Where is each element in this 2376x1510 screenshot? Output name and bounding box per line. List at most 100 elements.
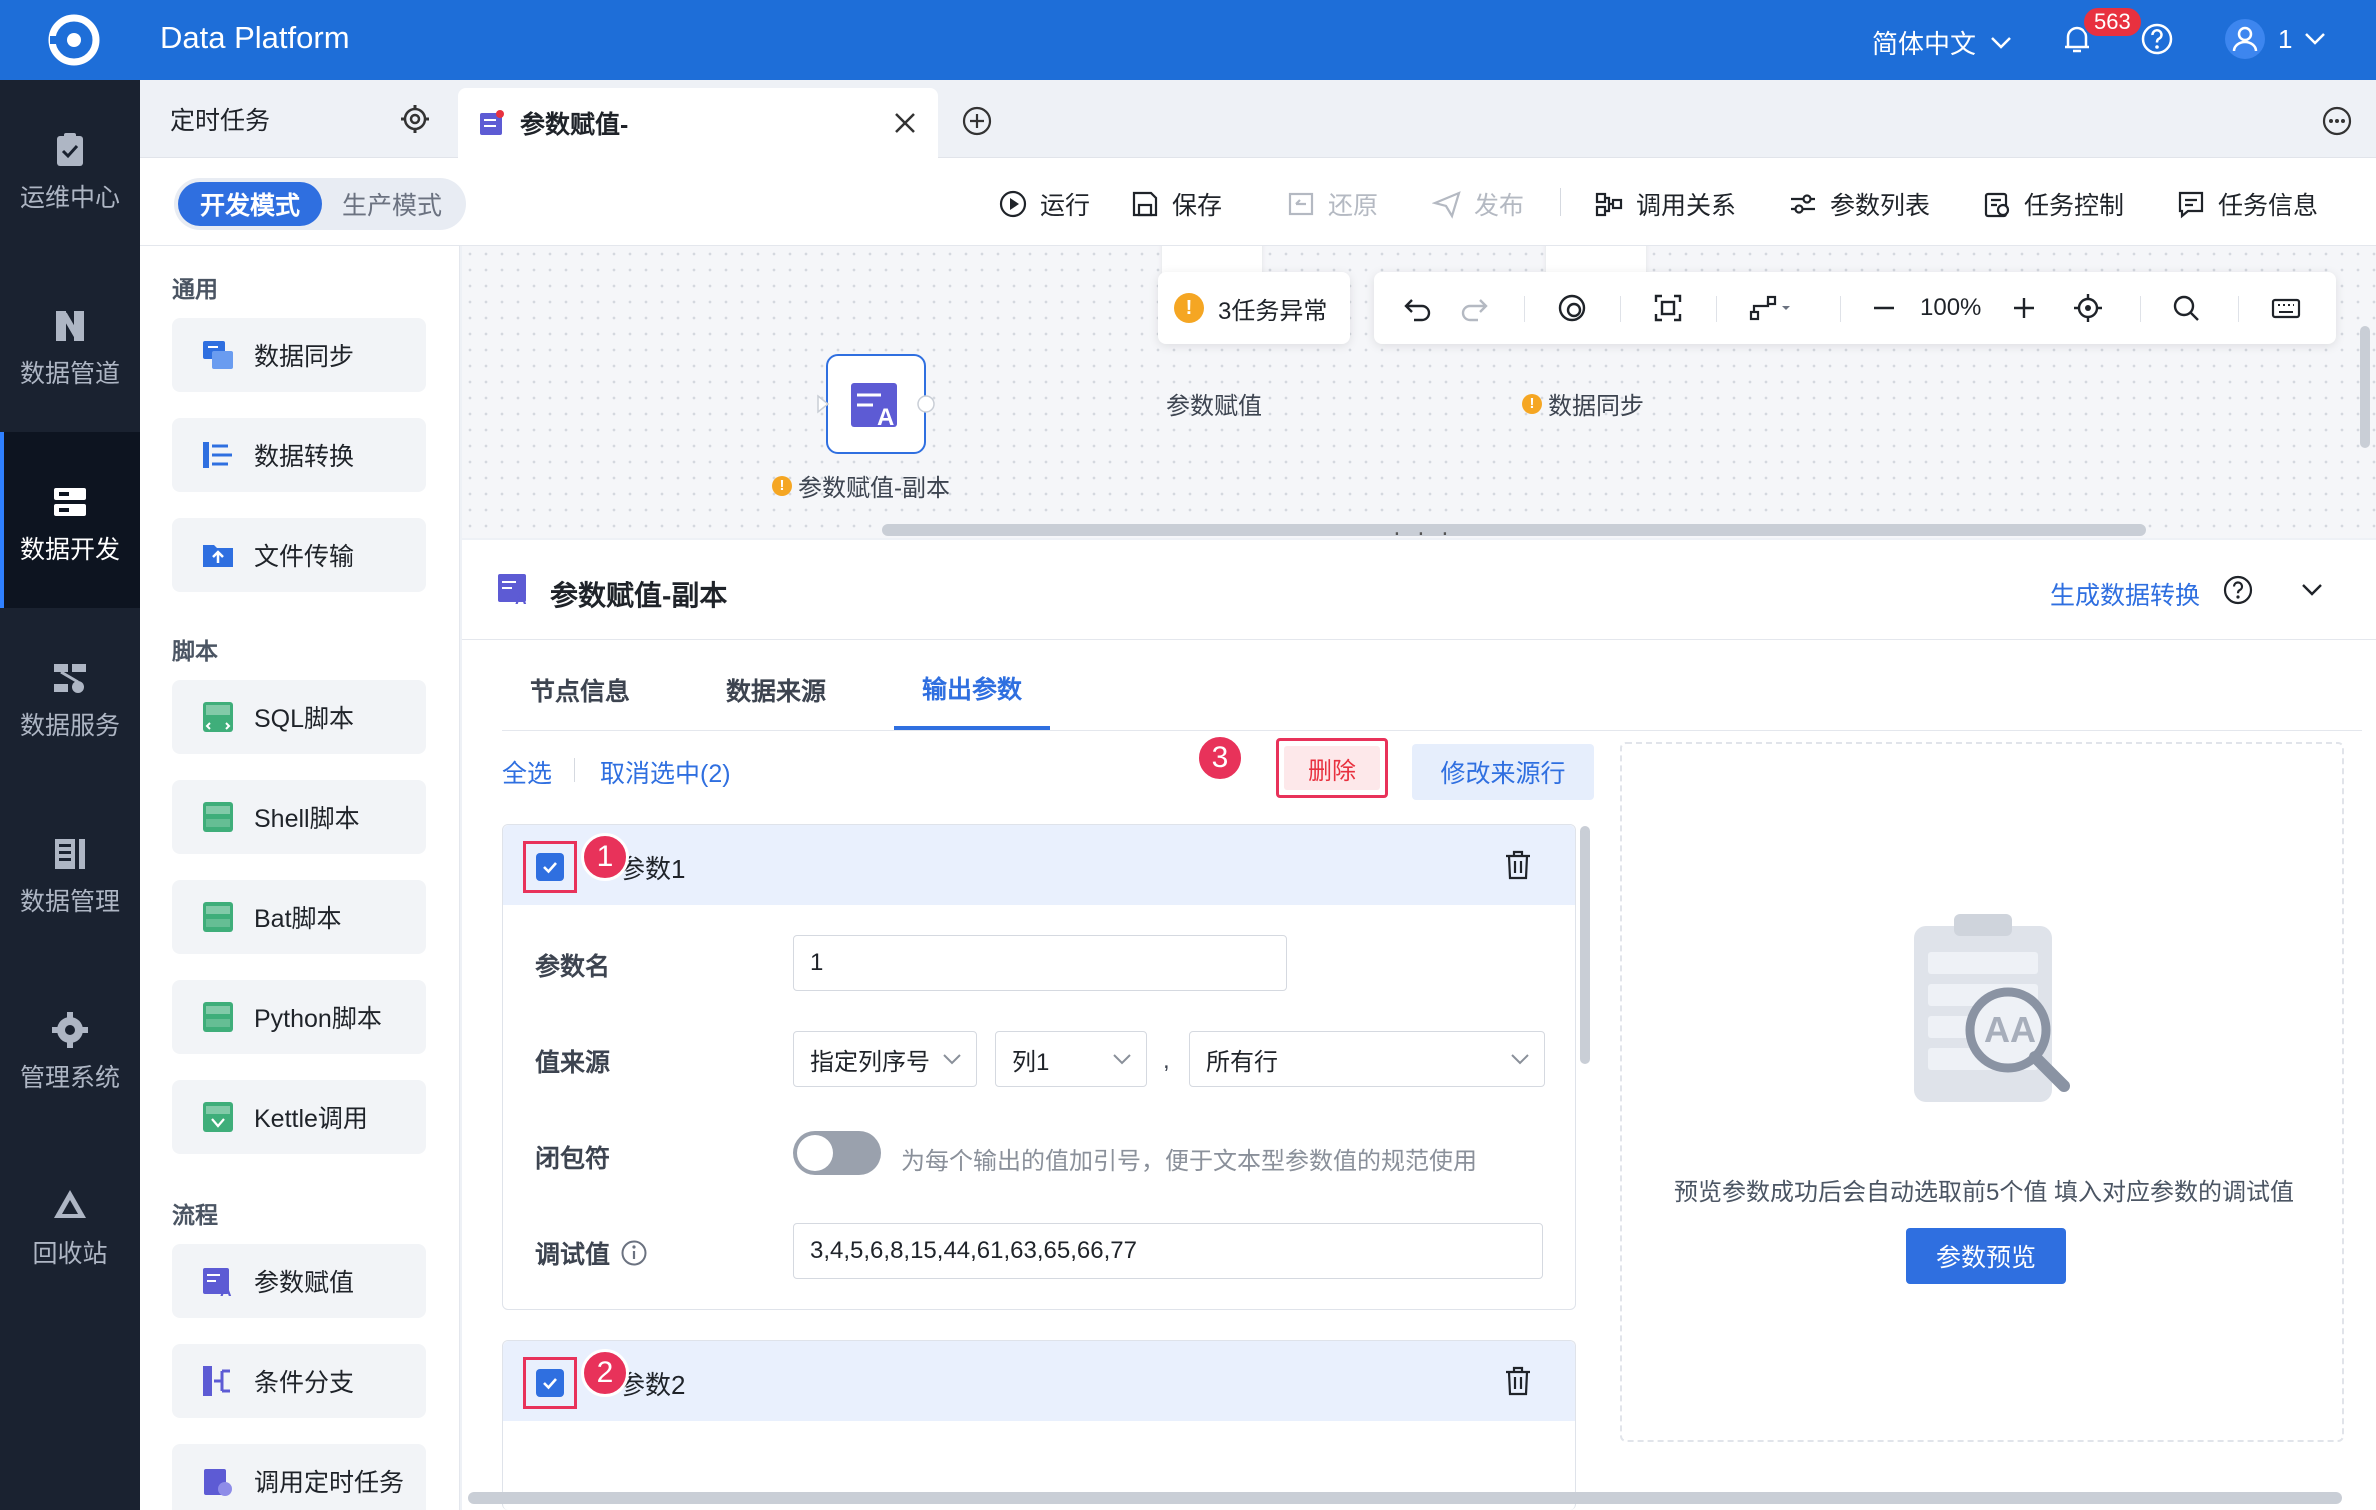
tab-data-source[interactable]: 数据来源 <box>698 650 854 730</box>
undo-icon[interactable] <box>1402 292 1434 324</box>
param-name-input[interactable]: 1 <box>793 935 1287 991</box>
nav-item-recycle[interactable]: 回收站 <box>0 1136 140 1312</box>
save-icon <box>1132 191 1158 217</box>
language-select[interactable]: 简体中文 <box>1872 24 2012 61</box>
locate-icon[interactable] <box>2072 292 2104 324</box>
run-button[interactable]: 运行 <box>998 186 1090 222</box>
redo-icon[interactable] <box>1458 292 1490 324</box>
logo-icon[interactable] <box>44 10 104 70</box>
param-list-button[interactable]: 参数列表 <box>1788 186 1930 222</box>
nav-item-ops-center[interactable]: 运维中心 <box>0 80 140 256</box>
collapse-icon[interactable] <box>2298 576 2326 604</box>
restore-icon <box>1288 192 1314 216</box>
nav-item-pipeline[interactable]: 数据管道 <box>0 256 140 432</box>
search-icon[interactable] <box>2170 292 2202 324</box>
wrap-char-hint: 为每个输出的值加引号，便于文本型参数值的规范使用 <box>901 1148 1477 1175</box>
save-button[interactable]: 保存 <box>1130 186 1222 222</box>
resize-handle[interactable]: ⋮⋮⋮ <box>1386 528 1458 538</box>
bottom-horizontal-scrollbar[interactable] <box>468 1492 2342 1504</box>
select-all-link[interactable]: 全选 <box>502 754 552 790</box>
modify-source-button[interactable]: 修改来源行 <box>1412 744 1594 800</box>
unselect-link[interactable]: 取消选中(2) <box>600 754 731 790</box>
palette-item-condition[interactable]: 条件分支 <box>172 1344 426 1418</box>
param-checkbox[interactable] <box>536 1369 564 1397</box>
nav-item-admin[interactable]: 管理系统 <box>0 960 140 1136</box>
output-port-icon[interactable] <box>916 394 936 414</box>
mode-switch[interactable]: 开发模式 生产模式 <box>174 178 466 230</box>
trash-icon[interactable] <box>1503 849 1533 881</box>
warning-icon: ! <box>772 475 792 496</box>
publish-button[interactable]: 发布 <box>1432 186 1524 222</box>
task-alert-chip[interactable]: ! 3任务异常 <box>1158 272 1350 344</box>
preview-hint: 预览参数成功后会自动选取前5个值 填入对应参数的调试值 <box>1673 1179 2294 1206</box>
prod-mode-button[interactable]: 生产模式 <box>322 182 462 226</box>
source-rows-select[interactable]: 所有行 <box>1189 1031 1545 1087</box>
delete-button[interactable]: 删除 <box>1284 746 1380 790</box>
tab-scheduled-task[interactable]: 定时任务 <box>140 80 456 158</box>
zoom-in-icon[interactable] <box>2008 292 2040 324</box>
sliders-icon <box>1791 194 1815 214</box>
palette-item-data-sync[interactable]: 数据同步 <box>172 318 426 392</box>
notification-badge: 563 <box>2082 6 2143 38</box>
nav-item-data-dev[interactable]: 数据开发 <box>0 432 140 608</box>
gear-icon[interactable] <box>400 104 430 134</box>
add-tab-icon[interactable] <box>962 106 992 136</box>
tab-label: 参数赋值- <box>520 111 629 139</box>
dev-mode-button[interactable]: 开发模式 <box>178 182 322 226</box>
fit-view-icon[interactable] <box>1652 292 1684 324</box>
palette-item-file-transfer[interactable]: 文件传输 <box>172 518 426 592</box>
connector-style-icon[interactable] <box>1748 292 1794 324</box>
task-control-button[interactable]: 任务控制 <box>1982 186 2124 222</box>
help-icon[interactable] <box>2140 22 2174 56</box>
call-relation-button[interactable]: 调用关系 <box>1594 186 1736 222</box>
keyboard-icon[interactable] <box>2270 292 2302 324</box>
trash-icon[interactable] <box>1503 1365 1533 1397</box>
source-mode-select[interactable]: 指定列序号 <box>793 1031 977 1087</box>
more-icon[interactable] <box>2322 106 2352 136</box>
palette-item-shell[interactable]: Shell脚本 <box>172 780 426 854</box>
input-port-icon[interactable] <box>816 394 830 414</box>
palette-item-bat[interactable]: Bat脚本 <box>172 880 426 954</box>
restore-button[interactable]: 还原 <box>1286 186 1378 222</box>
canvas-toolbar: 100% <box>1374 272 2336 344</box>
check-icon <box>543 862 557 874</box>
tab-node-info[interactable]: 节点信息 <box>502 650 658 730</box>
tab-param-assign[interactable]: 参数赋值- <box>458 88 938 158</box>
svg-text:A: A <box>220 1283 232 1299</box>
node-param-assign-copy[interactable]: A <box>826 354 926 454</box>
param-card: 参数1 1 参数名 1 值来源 指定列序号 列1 , 所有行 闭包符 为每个输出… <box>502 824 1576 1310</box>
canvas-horizontal-scrollbar[interactable] <box>882 524 2146 536</box>
palette-item-kettle[interactable]: Kettle调用 <box>172 1080 426 1154</box>
nav-item-data-service[interactable]: 数据服务 <box>0 608 140 784</box>
param-preview-button[interactable]: 参数预览 <box>1906 1228 2066 1284</box>
canvas-vertical-scrollbar[interactable] <box>2360 326 2370 448</box>
restore-label: 还原 <box>1328 192 1379 220</box>
palette-item-data-transform[interactable]: 数据转换 <box>172 418 426 492</box>
param-list-scrollbar[interactable] <box>1580 826 1590 1064</box>
wrap-char-toggle[interactable] <box>793 1131 881 1175</box>
palette-item-param-assign[interactable]: A 参数赋值 <box>172 1244 426 1318</box>
palette-item-call-task[interactable]: 调用定时任务 <box>172 1444 426 1510</box>
param-assign-icon: A <box>203 1268 232 1299</box>
task-info-label: 任务信息 <box>2218 192 2319 220</box>
debug-value-input[interactable]: 3,4,5,6,8,15,44,61,63,65,66,77 <box>793 1223 1543 1279</box>
zoom-out-icon[interactable] <box>1868 292 1900 324</box>
param-checkbox[interactable] <box>536 853 564 881</box>
sql-script-icon <box>203 702 233 732</box>
section-title-flow: 流程 <box>172 1202 218 1228</box>
nav-item-data-manage[interactable]: 数据管理 <box>0 784 140 960</box>
source-column-select[interactable]: 列1 <box>995 1031 1147 1087</box>
flow-canvas[interactable]: A ! 参数赋值-副本 参数赋值 ! 数据同步 ! 3任务异常 100% <box>462 246 2376 538</box>
info-icon[interactable] <box>620 1239 648 1267</box>
palette-item-sql[interactable]: SQL脚本 <box>172 680 426 754</box>
task-info-button[interactable]: 任务信息 <box>2176 186 2318 222</box>
tab-output-params[interactable]: 输出参数 <box>894 650 1051 730</box>
close-icon[interactable] <box>892 110 918 136</box>
help-icon[interactable] <box>2222 574 2254 606</box>
param-card-name: 参数1 <box>619 854 686 884</box>
user-menu[interactable]: 1 <box>2224 18 2326 60</box>
left-nav: 运维中心 数据管道 数据开发 数据服务 数据管理 管理系统 回收站 <box>0 80 140 1510</box>
layers-icon[interactable] <box>1556 292 1588 324</box>
palette-item-python[interactable]: Python脚本 <box>172 980 426 1054</box>
generate-transform-link[interactable]: 生成数据转换 <box>2050 576 2200 612</box>
